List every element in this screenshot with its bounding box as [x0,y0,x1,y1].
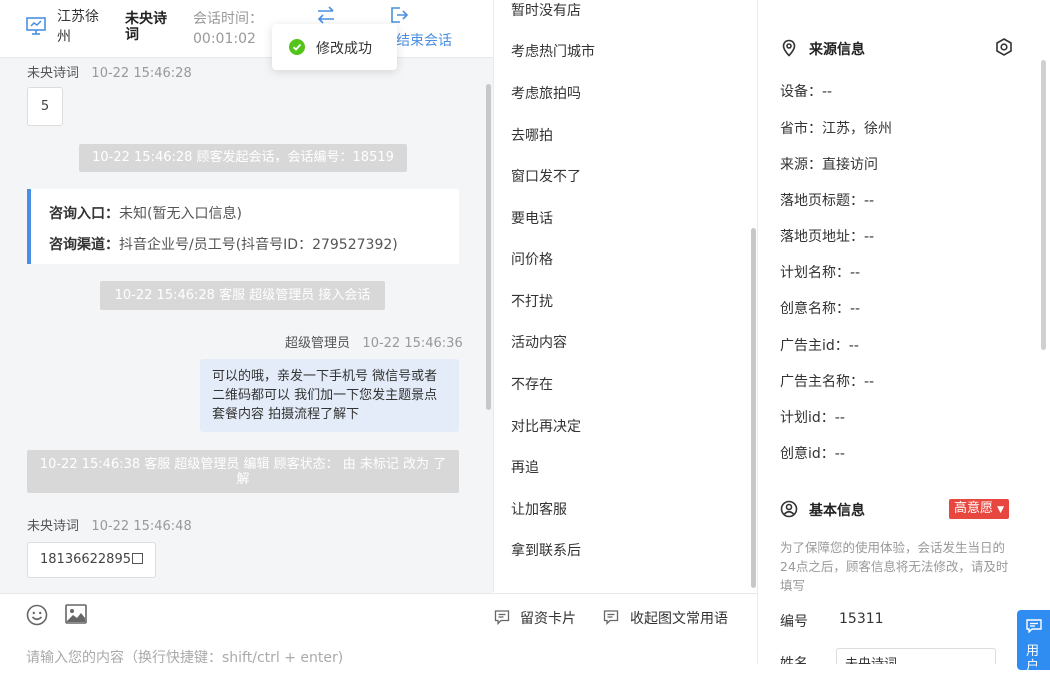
customer-message: 18136622895 [27,542,156,578]
quick-reply-item[interactable]: 问价格 [511,249,553,269]
source-info-row: 省市：江苏，徐州 [780,121,892,137]
chat-scrollbar[interactable] [486,84,491,410]
copy-icon[interactable] [131,553,143,564]
quick-reply-item[interactable]: 窗口发不了 [511,166,581,186]
input-area: 留资卡片 收起图文常用语 请输入您的内容（换行快捷键：shift/ctrl + … [0,593,757,667]
collapse-quick-replies-button[interactable]: 收起图文常用语 [630,608,728,628]
quick-reply-item[interactable]: 对比再决定 [511,416,581,436]
location-pin-icon [782,39,796,57]
end-session-button[interactable]: 结束会话 [396,30,452,50]
source-info-row: 计划名称：-- [780,265,861,281]
source-info-row: 广告主名称：-- [780,374,875,390]
entry-label: 咨询入口： [49,206,119,222]
quick-reply-list: 暂时没有店 考虑热门城市 考虑旅拍吗 去哪拍 窗口发不了 要电话 问价格 不打扰… [493,0,757,592]
source-info-row: 设备：-- [780,84,833,100]
source-info-row: 创意名称：-- [780,301,861,317]
intent-badge-label: 高意愿 [954,501,994,516]
quick-reply-item[interactable]: 拿到联系后 [511,540,581,560]
id-value: 15311 [839,611,884,627]
session-time-label: 会话时间： [193,11,263,27]
quick-reply-item[interactable]: 让加客服 [511,499,567,519]
chat-panel: 江苏徐州 未央诗词 会话时间： 00:01:02 结束会话 修改成功 未央诗词 … [0,0,493,664]
info-scrollbar[interactable] [1041,60,1046,350]
chat-header: 江苏徐州 未央诗词 会话时间： 00:01:02 结束会话 [0,0,493,58]
quick-reply-item[interactable]: 活动内容 [511,332,567,352]
success-toast: 修改成功 [272,24,397,70]
quick-reply-item[interactable]: 不存在 [511,374,553,394]
source-info-row: 来源：直接访问 [780,157,878,173]
check-circle-icon [289,39,305,55]
app-root: 江苏徐州 未央诗词 会话时间： 00:01:02 结束会话 修改成功 未央诗词 … [0,0,1050,674]
entry-info-card: 咨询入口：未知(暂无入口信息) 咨询渠道：抖音企业号/员工号(抖音号ID：279… [27,189,459,264]
user-circle-icon [780,500,798,518]
visitor-location: 江苏徐州 [57,9,99,45]
transfer-icon[interactable] [316,6,336,24]
message-input[interactable]: 请输入您的内容（换行快捷键：shift/ctrl + enter) [26,647,343,667]
exit-icon[interactable] [390,6,408,24]
quick-reply-item[interactable]: 考虑旅拍吗 [511,83,581,103]
channel-value: 抖音企业号/员工号(抖音号ID：279527392) [119,237,398,253]
source-info-title: 来源信息 [809,42,865,58]
message-meta: 未央诗词 10-22 15:46:48 [27,515,192,534]
message-card-icon[interactable] [494,609,510,625]
entry-line: 咨询入口：未知(暂无入口信息) [49,203,242,223]
monitor-icon [26,17,46,35]
sender-name: 超级管理员 [285,336,351,351]
lead-card-button[interactable]: 留资卡片 [520,608,576,628]
sender-name: 未央诗词 [27,66,80,81]
system-message: 10-22 15:46:28 顾客发起会话，会话编号：18519 [79,144,407,172]
system-message: 10-22 15:46:28 客服 超级管理员 接入会话 [100,281,385,310]
quick-reply-item[interactable]: 去哪拍 [511,125,553,145]
source-info-row: 创意id：-- [780,446,845,462]
message-meta: 未央诗词 10-22 15:46:28 [27,62,192,81]
channel-line: 咨询渠道：抖音企业号/员工号(抖音号ID：279527392) [49,234,398,254]
user-float-button[interactable]: 用户 [1017,610,1050,674]
agent-message: 可以的哦，亲发一下手机号 微信号或者二维码都可以 我们加一下您发主题景点 套餐内… [200,359,459,432]
intent-badge[interactable]: 高意愿 ▼ [949,499,1010,519]
basic-info-title: 基本信息 [809,503,865,519]
message-list[interactable]: 未央诗词 10-22 15:46:28 5 10-22 15:46:28 顾客发… [0,59,493,592]
source-info-row: 计划id：-- [780,410,845,426]
edit-tip: 为了保障您的使用体验，会话发生当日的24点之后，顾客信息将无法修改，请及时填写 [780,540,1009,593]
quick-reply-item[interactable]: 暂时没有店 [511,0,581,20]
name-input[interactable]: 未央诗词 [836,648,996,664]
message-template-icon[interactable] [603,609,619,625]
quick-reply-item[interactable]: 考虑热门城市 [511,41,595,61]
settings-icon[interactable] [994,37,1014,57]
source-info-row: 广告主id：-- [780,338,859,354]
emoji-icon[interactable] [26,604,48,626]
quick-reply-scrollbar[interactable] [751,228,756,588]
customer-info-panel: 来源信息 设备：-- 省市：江苏，徐州 来源：直接访问 落地页标题：-- 落地页… [757,0,1050,664]
toast-message: 修改成功 [316,41,372,57]
image-icon[interactable] [65,604,87,624]
channel-label: 咨询渠道： [49,237,119,253]
source-info-row: 落地页标题：-- [780,193,875,209]
message-time: 10-22 15:46:36 [362,336,463,351]
quick-reply-item[interactable]: 不打扰 [511,291,553,311]
name-label: 姓名 [780,656,808,664]
source-info-row: 落地页地址：-- [780,229,875,245]
chat-bubble-icon [1026,619,1042,633]
phone-number: 18136622895 [40,552,131,567]
session-time: 00:01:02 [193,31,256,47]
quick-reply-item[interactable]: 再追 [511,457,539,477]
customer-message: 5 [27,87,63,126]
sender-name: 未央诗词 [27,519,80,534]
caret-down-icon: ▼ [997,505,1005,515]
float-button-label: 用户 [1026,644,1040,674]
quick-reply-item[interactable]: 要电话 [511,208,553,228]
message-time: 10-22 15:46:48 [91,519,192,534]
entry-value: 未知(暂无入口信息) [119,206,242,222]
message-meta: 超级管理员 10-22 15:46:36 [285,332,463,351]
message-time: 10-22 15:46:28 [91,66,192,81]
system-message: 10-22 15:46:38 客服 超级管理员 编辑 顾客状态： 由 未标记 改… [27,450,459,493]
visitor-name: 未央诗词 [125,11,167,43]
id-label: 编号 [780,614,808,630]
